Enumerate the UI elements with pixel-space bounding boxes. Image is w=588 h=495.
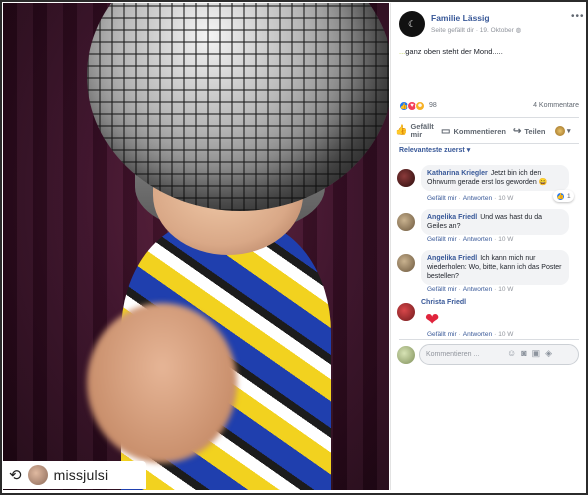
comment-sort-dropdown[interactable]: Relevanteste zuerst ▾ bbox=[399, 146, 470, 154]
share-icon: ↪ bbox=[513, 125, 522, 137]
comment-bubble: Katharina Kriegler Jetzt bin ich den Ohrw… bbox=[421, 165, 569, 191]
regram-credit[interactable]: ⟲ missjulsi bbox=[3, 461, 146, 489]
reaction-icons: 👍 ♥ ☻ bbox=[399, 101, 425, 111]
comment-count[interactable]: 4 Kommentare bbox=[533, 102, 579, 109]
comment-bubble: Angelika Friedl Ich kann mich nur wiederh… bbox=[421, 250, 569, 285]
profile-avatar bbox=[555, 126, 565, 136]
sticker-icon[interactable]: ◈ bbox=[545, 348, 552, 359]
post-photo[interactable] bbox=[3, 3, 389, 490]
comment-icon: ▭ bbox=[441, 125, 451, 137]
composer-tools: ☺ ◙ ▣ ◈ bbox=[507, 348, 552, 359]
liked-by-label: Seite gefällt dir bbox=[431, 27, 474, 34]
globe-icon: ◍ bbox=[515, 27, 522, 34]
haha-icon: ☻ bbox=[415, 101, 425, 111]
camera-icon[interactable]: ◙ bbox=[521, 348, 526, 359]
page-avatar[interactable]: ☾ bbox=[399, 11, 425, 37]
comment-like-link[interactable]: Gefällt mir bbox=[427, 331, 457, 338]
comment-actions: Gefällt mir · Antworten · 10 W bbox=[427, 195, 514, 202]
post-header: ☾ Familie Lässig Seite gefällt dir · 19.… bbox=[399, 11, 584, 41]
comment-avatar[interactable] bbox=[397, 254, 415, 272]
heart-emoji: ❤ bbox=[425, 310, 440, 329]
comment-reply-link[interactable]: Antworten bbox=[463, 286, 492, 293]
divider bbox=[399, 339, 579, 340]
reactions-summary[interactable]: 👍 ♥ ☻ 98 4 Kommentare bbox=[399, 100, 579, 114]
share-button[interactable]: ↪ Teilen bbox=[513, 126, 555, 137]
audience-selector[interactable]: ▾ bbox=[555, 126, 577, 136]
outstretched-hand bbox=[87, 303, 237, 463]
reaction-count[interactable]: 98 bbox=[429, 102, 437, 109]
post-text: ...ganz oben steht der Mond..... bbox=[399, 47, 503, 56]
comment-avatar[interactable] bbox=[397, 213, 415, 231]
post-date[interactable]: 19. Oktober bbox=[480, 27, 514, 34]
share-button-label: Teilen bbox=[524, 126, 546, 136]
comment-time[interactable]: 10 W bbox=[498, 286, 513, 293]
comment-like-link[interactable]: Gefällt mir bbox=[427, 195, 457, 202]
divider bbox=[399, 117, 579, 118]
comment-like-link[interactable]: Gefällt mir bbox=[427, 286, 457, 293]
comment-reply-link[interactable]: Antworten bbox=[463, 331, 492, 338]
comment-like-link[interactable]: Gefällt mir bbox=[427, 236, 457, 243]
meta-separator: · bbox=[475, 27, 478, 34]
chevron-down-icon: ▾ bbox=[567, 128, 571, 135]
divider bbox=[399, 143, 579, 144]
comment-input-placeholder: Kommentieren ... bbox=[426, 351, 480, 358]
gif-icon[interactable]: ▣ bbox=[532, 348, 541, 359]
comment-time[interactable]: 10 W bbox=[498, 331, 513, 338]
comment-button-label: Kommentieren bbox=[453, 126, 506, 136]
comment-button[interactable]: ▭ Kommentieren bbox=[441, 126, 513, 137]
composer-avatar bbox=[397, 346, 415, 364]
comment-actions: Gefällt mir · Antworten · 10 W bbox=[427, 236, 514, 243]
like-icon: 👍 bbox=[556, 191, 565, 201]
regram-avatar bbox=[27, 465, 48, 485]
thumbs-up-icon: 👍 bbox=[395, 125, 408, 136]
comment-avatar[interactable] bbox=[397, 303, 415, 321]
comment-author[interactable]: Angelika Friedl bbox=[427, 214, 477, 221]
comment-author[interactable]: Angelika Friedl bbox=[427, 255, 477, 262]
like-button-label: Gefällt mir bbox=[410, 122, 434, 139]
action-bar: 👍 Gefällt mir ▭ Kommentieren ↪ Teilen ▾ bbox=[395, 120, 581, 142]
like-button[interactable]: 👍 Gefällt mir bbox=[395, 123, 439, 139]
post-meta: Seite gefällt dir · 19. Oktober ◍ bbox=[431, 26, 521, 34]
post-text-body: ganz oben steht der Mond..... bbox=[405, 47, 503, 56]
comment-like-count[interactable]: 👍 1 bbox=[553, 190, 574, 202]
comment-input[interactable]: Kommentieren ... bbox=[419, 344, 579, 365]
comment-header: Christa Friedl bbox=[421, 299, 469, 306]
comment-time[interactable]: 10 W bbox=[498, 195, 513, 202]
repost-icon: ⟲ bbox=[9, 467, 22, 484]
page-name-link[interactable]: Familie Lässig bbox=[431, 13, 490, 23]
comment-time[interactable]: 10 W bbox=[498, 236, 513, 243]
comment-avatar[interactable] bbox=[397, 169, 415, 187]
comment-reply-link[interactable]: Antworten bbox=[463, 195, 492, 202]
comment-author[interactable]: Katharina Kriegler bbox=[427, 170, 488, 177]
comment-actions: Gefällt mir · Antworten · 10 W bbox=[427, 331, 514, 338]
comment-author[interactable]: Christa Friedl bbox=[421, 299, 466, 306]
comment-bubble: Angelika Friedl Und was hast du da Geiles… bbox=[421, 209, 569, 235]
comment-reply-link[interactable]: Antworten bbox=[463, 236, 492, 243]
comment-actions: Gefällt mir · Antworten · 10 W bbox=[427, 286, 514, 293]
post-options-icon[interactable]: ••• bbox=[571, 11, 585, 22]
post-side-panel: ☾ Familie Lässig Seite gefällt dir · 19.… bbox=[390, 3, 585, 490]
regram-username[interactable]: missjulsi bbox=[54, 467, 109, 483]
comment-composer: Kommentieren ... ☺ ◙ ▣ ◈ bbox=[395, 343, 581, 367]
comment-likes: 1 bbox=[567, 192, 571, 200]
emoji-icon[interactable]: ☺ bbox=[507, 348, 516, 359]
